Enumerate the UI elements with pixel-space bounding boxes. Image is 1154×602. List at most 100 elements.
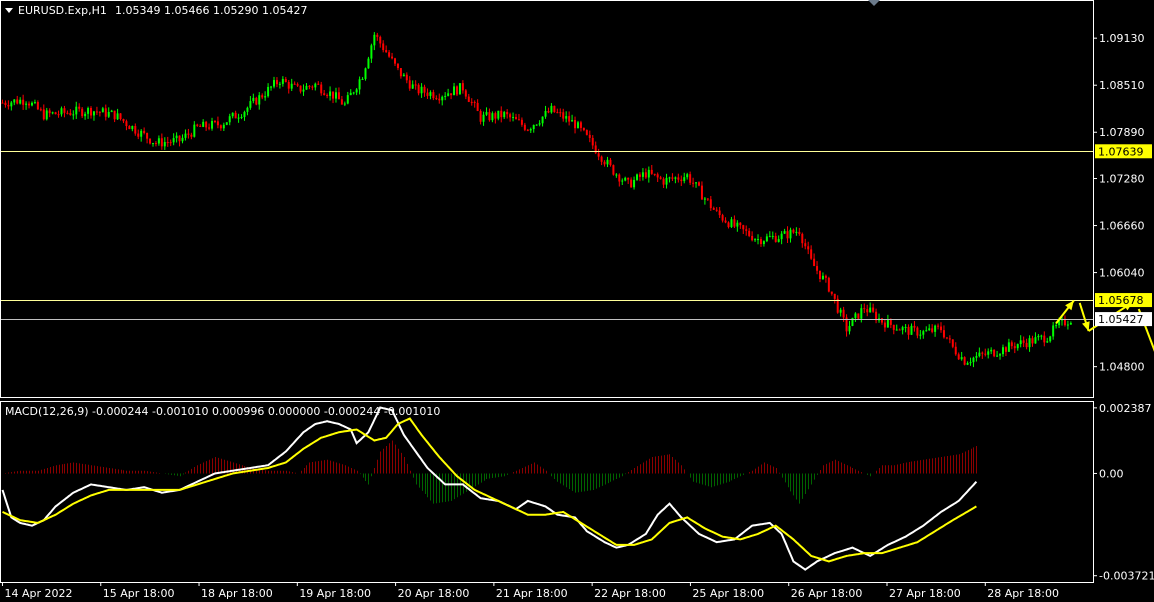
candle-body <box>284 78 287 83</box>
candle-body <box>594 145 597 154</box>
candle-body <box>633 179 636 188</box>
candle-body <box>541 116 544 124</box>
candle-body <box>208 127 211 129</box>
candle-body <box>101 108 104 113</box>
candle-body <box>287 82 290 89</box>
candle-body <box>1016 344 1019 349</box>
candle-body <box>36 102 39 110</box>
candle-body <box>211 120 214 129</box>
candle-body <box>860 308 863 319</box>
candle-body <box>258 95 261 105</box>
candle-body <box>290 83 293 89</box>
candle-body <box>816 266 819 271</box>
candle-body <box>591 137 594 146</box>
candle-body <box>922 331 925 335</box>
candle-body <box>302 89 305 92</box>
candle-body <box>367 58 370 69</box>
candle-body <box>824 275 827 278</box>
candle-body <box>184 133 187 138</box>
candle-body <box>252 97 255 102</box>
candle-body <box>777 239 780 242</box>
candle-body <box>671 177 674 179</box>
price-tick-label: 1.04800 <box>1099 361 1145 374</box>
candle-body <box>709 199 712 209</box>
candle-body <box>343 103 346 105</box>
candle-body <box>904 326 907 328</box>
candle-body <box>216 121 219 126</box>
macd-tick-label: 0.00 <box>1099 467 1124 480</box>
candle-body <box>13 99 16 103</box>
candle-body <box>10 102 13 107</box>
candle-body <box>644 172 647 178</box>
candle-body <box>110 110 113 112</box>
candle-body <box>51 112 54 114</box>
candle-body <box>63 108 66 113</box>
candle-body <box>57 114 60 116</box>
candle-body <box>686 174 689 178</box>
candle-body <box>919 334 922 336</box>
candle-body <box>925 330 928 332</box>
candle-body <box>1066 324 1069 326</box>
candle-body <box>937 325 940 327</box>
candle-body <box>60 108 63 115</box>
candle-body <box>261 95 264 98</box>
candle-body <box>364 68 367 79</box>
candle-body <box>346 95 349 104</box>
candle-body <box>854 313 857 318</box>
candle-body <box>562 112 565 119</box>
candle-body <box>450 93 453 96</box>
candle-body <box>270 86 273 88</box>
candle-body <box>438 98 441 101</box>
candle-body <box>491 113 494 121</box>
candle-body <box>7 104 10 107</box>
candle-body <box>739 222 742 226</box>
candle-body <box>149 138 152 144</box>
candle-body <box>255 97 258 105</box>
candle-body <box>323 93 326 96</box>
candle-body <box>429 92 432 96</box>
candle-body <box>154 143 157 145</box>
candle-body <box>1010 342 1013 347</box>
candle-body <box>423 86 426 93</box>
candle-body <box>509 114 512 118</box>
candle-body <box>576 122 579 129</box>
symbol-label: EURUSD.Exp,H1 <box>18 4 107 17</box>
trading-chart[interactable]: 1.09130 1.08510 1.07890 1.07280 1.06660 1.060… <box>0 0 1154 602</box>
candle-body <box>910 325 913 335</box>
candle-body <box>470 101 473 103</box>
candle-body <box>798 231 801 234</box>
candle-body <box>1031 338 1034 344</box>
candle-body <box>193 124 196 137</box>
candle-body <box>765 236 768 242</box>
candle-body <box>78 106 81 109</box>
candle-body <box>476 102 479 112</box>
candle-body <box>951 339 954 347</box>
candle-body <box>1019 340 1022 345</box>
candle-body <box>523 124 526 130</box>
candle-body <box>972 357 975 363</box>
candle-body <box>320 84 323 94</box>
candle-body <box>697 182 700 186</box>
candle-body <box>420 86 423 94</box>
candle-body <box>1034 337 1037 344</box>
candle-body <box>757 239 760 241</box>
candle-body <box>119 113 122 120</box>
candle-body <box>638 174 641 177</box>
candle-body <box>603 161 606 165</box>
candle-body <box>22 99 25 105</box>
candle-body <box>267 86 270 97</box>
candle-body <box>1013 346 1016 349</box>
level-tag-upper-text: 1.07639 <box>1098 145 1144 158</box>
candle-body <box>485 112 488 115</box>
candle-body <box>585 130 588 135</box>
candle-body <box>39 109 42 111</box>
chart-header[interactable]: EURUSD.Exp,H1 1.05349 1.05466 1.05290 1.… <box>5 4 307 17</box>
candle-body <box>249 101 252 108</box>
candle-body <box>234 112 237 119</box>
price-tick-label: 1.08510 <box>1099 79 1145 92</box>
candle-body <box>547 110 550 113</box>
candle-body <box>506 112 509 115</box>
candle-body <box>225 122 228 125</box>
candle-body <box>568 116 571 122</box>
candle-body <box>993 349 996 357</box>
